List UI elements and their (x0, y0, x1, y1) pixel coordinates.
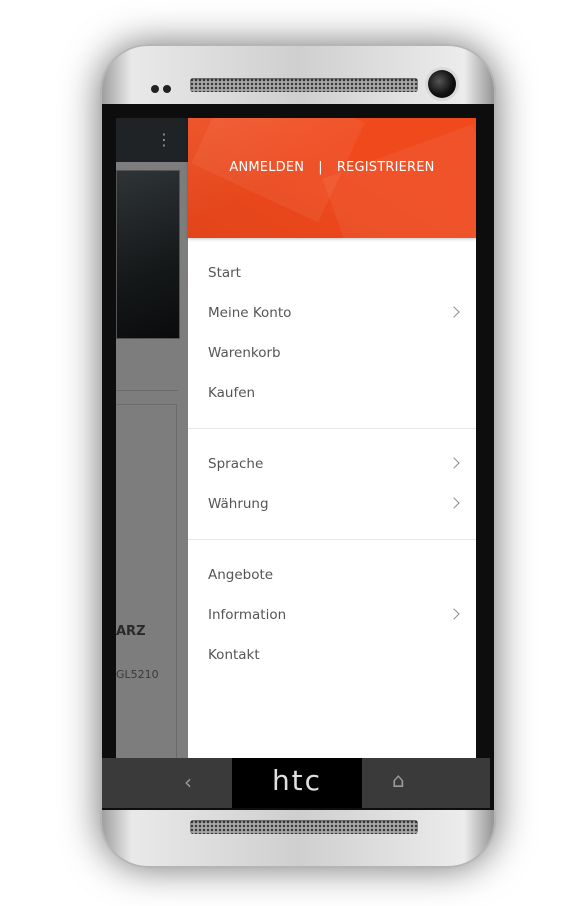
menu-item-label: Warenkorb (208, 345, 281, 361)
menu-item-cart[interactable]: Warenkorb (188, 333, 476, 373)
drawer-header: ANMELDEN | REGISTRIEREN (188, 118, 476, 292)
menu-item-label: Sprache (208, 456, 264, 472)
register-link[interactable]: REGISTRIEREN (337, 160, 435, 175)
overflow-menu-icon: ⋮ (156, 130, 172, 149)
menu-item-label: Währung (208, 496, 269, 512)
menu-group-main: Start Meine Konto Warenkorb Kaufen (188, 253, 476, 413)
login-link[interactable]: ANMELDEN (229, 160, 304, 175)
brand-logo: htc (271, 764, 323, 797)
home-icon[interactable]: ⌂ (392, 768, 405, 792)
sensor-dot (151, 85, 159, 93)
earpiece-speaker (190, 78, 418, 92)
menu-item-buy[interactable]: Kaufen (188, 373, 476, 413)
background-product-image (116, 170, 180, 339)
menu-divider (188, 428, 476, 429)
background-divider (116, 390, 178, 391)
menu-item-label: Kaufen (208, 385, 256, 401)
menu-divider (188, 539, 476, 540)
chevron-right-icon (448, 306, 460, 318)
phone-screen: ⋮ ARZ GL5210 ANMELDEN | REGISTRIEREN Start… (116, 118, 476, 758)
background-app: ⋮ ARZ GL5210 (116, 118, 188, 758)
menu-group-settings: Sprache Währung (188, 444, 476, 524)
menu-item-label: Kontakt (208, 647, 260, 663)
background-product-title: ARZ (116, 624, 146, 639)
background-toolbar: ⋮ (116, 118, 188, 162)
background-product-card (116, 404, 177, 758)
front-camera (428, 70, 456, 98)
back-icon[interactable]: ‹ (184, 770, 192, 794)
sensor-dot (163, 85, 171, 93)
auth-separator: | (318, 160, 323, 175)
navigation-drawer: ANMELDEN | REGISTRIEREN Start Meine Konto … (188, 118, 476, 758)
auth-links: ANMELDEN | REGISTRIEREN (188, 160, 476, 175)
chevron-right-icon (448, 457, 460, 469)
menu-item-label: Information (208, 607, 287, 623)
menu-item-language[interactable]: Sprache (188, 444, 476, 484)
menu-item-label: Angebote (208, 567, 274, 583)
menu-item-account[interactable]: Meine Konto (188, 293, 476, 333)
bottom-speaker (190, 820, 418, 834)
menu-group-info: Angebote Information Kontakt (188, 555, 476, 675)
brand-area: htc (232, 758, 362, 808)
menu-item-information[interactable]: Information (188, 595, 476, 635)
background-product-sku: GL5210 (116, 668, 159, 681)
chevron-right-icon (448, 497, 460, 509)
menu-item-offers[interactable]: Angebote (188, 555, 476, 595)
device-navbar: ‹ htc ⌂ (102, 758, 490, 808)
menu-item-contact[interactable]: Kontakt (188, 635, 476, 675)
menu-item-currency[interactable]: Währung (188, 484, 476, 524)
menu-item-label: Meine Konto (208, 305, 292, 321)
chevron-right-icon (448, 608, 460, 620)
menu-item-label: Start (208, 265, 241, 281)
menu-item-start[interactable]: Start (188, 253, 476, 293)
